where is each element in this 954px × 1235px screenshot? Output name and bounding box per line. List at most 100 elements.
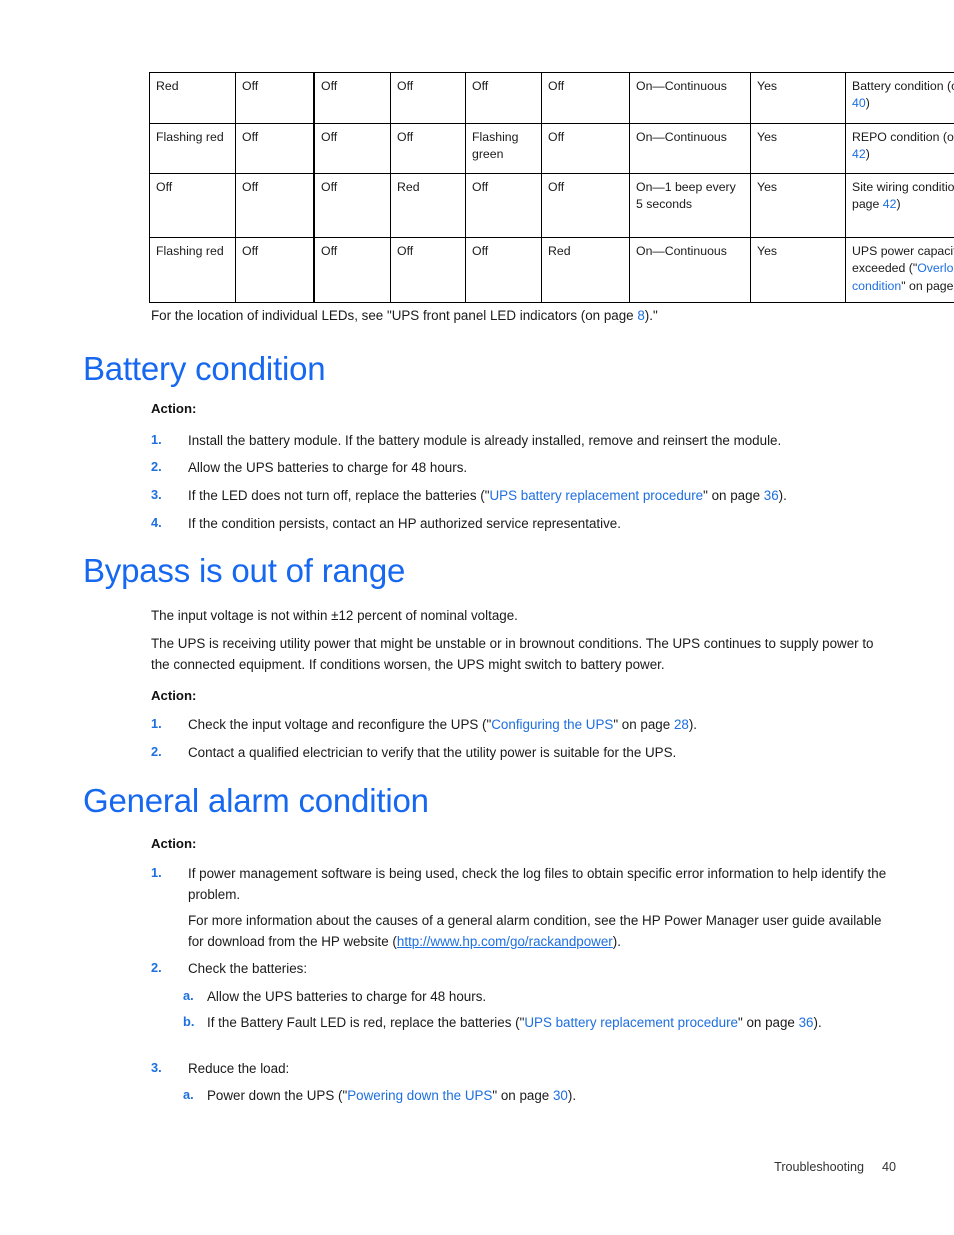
cell-led1: Flashing red <box>149 237 236 303</box>
condition-suffix: ) <box>896 197 901 212</box>
list-text: Check the input voltage and reconfigure … <box>188 714 891 735</box>
cell-led1: Red <box>149 72 236 124</box>
list-text: Allow the UPS batteries to charge for 48… <box>188 460 468 475</box>
cell-led4: Off <box>390 72 466 124</box>
list-text: If the LED does not turn off, replace th… <box>188 485 891 506</box>
cell-yes: Yes <box>750 72 846 124</box>
list-item: 1. Install the battery module. If the ba… <box>151 430 891 451</box>
text-before: If the Battery Fault LED is red, replace… <box>207 1015 525 1030</box>
cell-led2: Off <box>235 72 315 124</box>
cell-led4: Off <box>390 237 466 303</box>
ups-battery-replacement-link[interactable]: UPS battery replacement procedure <box>524 1015 738 1030</box>
sub-list-item: a. Power down the UPS ("Powering down th… <box>183 1085 883 1106</box>
list-item: 2. Contact a qualified electrician to ve… <box>151 742 891 763</box>
page-ref[interactable]: 36 <box>799 1015 814 1030</box>
page-ref[interactable]: 28 <box>674 717 689 732</box>
general-alarm-info-paragraph: For more information about the causes of… <box>188 911 888 953</box>
heading-bypass-out-of-range: Bypass is out of range <box>83 552 406 589</box>
condition-mid: " on page <box>901 278 954 293</box>
cell-yes: Yes <box>750 173 846 238</box>
cell-led2: Off <box>235 123 315 174</box>
note-text-after: )." <box>644 308 658 323</box>
condition-text: Battery condition (on page <box>852 79 954 93</box>
cell-led1: Flashing red <box>149 123 236 174</box>
note-text-before: For the location of individual LEDs, see… <box>151 308 638 323</box>
list-item: 2. Check the batteries: <box>151 958 891 979</box>
page-ref[interactable]: 40 <box>852 96 866 110</box>
page-ref[interactable]: 42 <box>883 197 897 211</box>
cell-led5: Off <box>465 173 542 238</box>
text-before: If the LED does not turn off, replace th… <box>188 488 490 503</box>
cell-led5: Off <box>465 237 542 303</box>
text-after: ). <box>612 933 621 949</box>
list-number: 3. <box>151 1060 162 1075</box>
cell-led1: Off <box>149 173 236 238</box>
table-body: Red Off Off Off Off Off On—Continuous Ye… <box>149 72 954 303</box>
text-mid: " on page <box>737 1015 799 1030</box>
cell-alarm: On—1 beep every 5 seconds <box>629 173 751 238</box>
bypass-paragraph-2: The UPS is receiving utility power that … <box>151 636 874 672</box>
action-label-general: Action: <box>151 836 197 851</box>
ups-battery-replacement-link[interactable]: UPS battery replacement procedure <box>490 488 704 503</box>
cell-led5: Off <box>465 72 542 124</box>
bypass-paragraph-1: The input voltage is not within ±12 perc… <box>151 608 518 623</box>
cell-led6: Off <box>541 72 630 124</box>
table-row: Flashing red Off Off Off Flashing green … <box>149 123 954 174</box>
footer-chapter: Troubleshooting <box>774 1160 864 1174</box>
list-number: 2. <box>151 459 162 474</box>
text-before: Power down the UPS (" <box>207 1088 348 1103</box>
configuring-the-ups-link[interactable]: Configuring the UPS <box>491 717 613 732</box>
sub-list-text: If the Battery Fault LED is red, replace… <box>207 1012 883 1033</box>
cell-led6: Off <box>541 173 630 238</box>
cell-led6: Red <box>541 237 630 303</box>
list-text: Contact a qualified electrician to verif… <box>188 745 677 760</box>
list-item: 3. Reduce the load: <box>151 1058 891 1079</box>
cell-led2: Off <box>235 237 315 303</box>
sub-list-text: Allow the UPS batteries to charge for 48… <box>207 989 487 1004</box>
cell-led5: Flashing green <box>465 123 542 174</box>
cell-led4: Red <box>390 173 466 238</box>
sub-list-item: a. Allow the UPS batteries to charge for… <box>183 986 883 1007</box>
page-ref[interactable]: 30 <box>553 1088 568 1103</box>
cell-alarm: On—Continuous <box>629 237 751 303</box>
cell-yes: Yes <box>750 237 846 303</box>
list-number: 2. <box>151 960 162 975</box>
sub-list-letter: b. <box>183 1014 195 1029</box>
list-item: 1. If power management software is being… <box>151 863 891 905</box>
sub-list-text: Power down the UPS ("Powering down the U… <box>207 1085 883 1106</box>
cell-condition: Site wiring condition (on page 42) <box>845 173 954 238</box>
list-item: 2. Allow the UPS batteries to charge for… <box>151 457 891 478</box>
text-mid: " on page <box>703 488 764 503</box>
cell-led4: Off <box>390 123 466 174</box>
heading-battery-condition: Battery condition <box>83 350 326 387</box>
condition-suffix: ) <box>865 147 870 162</box>
condition-text: Site wiring condition (on page <box>852 180 954 212</box>
action-label-bypass: Action: <box>151 688 197 703</box>
action-label-battery: Action: <box>151 401 197 416</box>
powering-down-the-ups-link[interactable]: Powering down the UPS <box>347 1088 492 1103</box>
list-text: Check the batteries: <box>188 961 308 976</box>
sub-list-letter: a. <box>183 1087 194 1102</box>
hp-rackandpower-url-link[interactable]: http://www.hp.com/go/rackandpower <box>397 934 613 949</box>
table-row: Off Off Off Red Off Off On—1 beep every … <box>149 173 954 238</box>
cell-led3: Off <box>313 173 391 238</box>
cell-led3: Off <box>313 123 391 174</box>
text-after: ). <box>813 1015 822 1030</box>
list-number: 1. <box>151 716 162 731</box>
list-text: If power management software is being us… <box>188 866 887 903</box>
page-ref[interactable]: 36 <box>764 488 779 503</box>
list-text: Reduce the load: <box>188 1061 290 1076</box>
led-status-table: Red Off Off Off Off Off On—Continuous Ye… <box>149 72 954 303</box>
cell-led6: Off <box>541 123 630 174</box>
page-ref[interactable]: 8 <box>637 308 644 323</box>
page-ref[interactable]: 42 <box>852 147 866 161</box>
cell-condition: REPO condition (on page 42) <box>845 123 954 174</box>
table-row: Flashing red Off Off Off Off Red On—Cont… <box>149 237 954 303</box>
page-footer: Troubleshooting 40 <box>0 1160 896 1174</box>
list-item: 3. If the LED does not turn off, replace… <box>151 485 891 506</box>
cell-alarm: On—Continuous <box>629 72 751 124</box>
led-location-note: For the location of individual LEDs, see… <box>151 306 891 326</box>
list-number: 3. <box>151 487 162 502</box>
table-row: Red Off Off Off Off Off On—Continuous Ye… <box>149 72 954 124</box>
list-item: 1. Check the input voltage and reconfigu… <box>151 714 891 735</box>
